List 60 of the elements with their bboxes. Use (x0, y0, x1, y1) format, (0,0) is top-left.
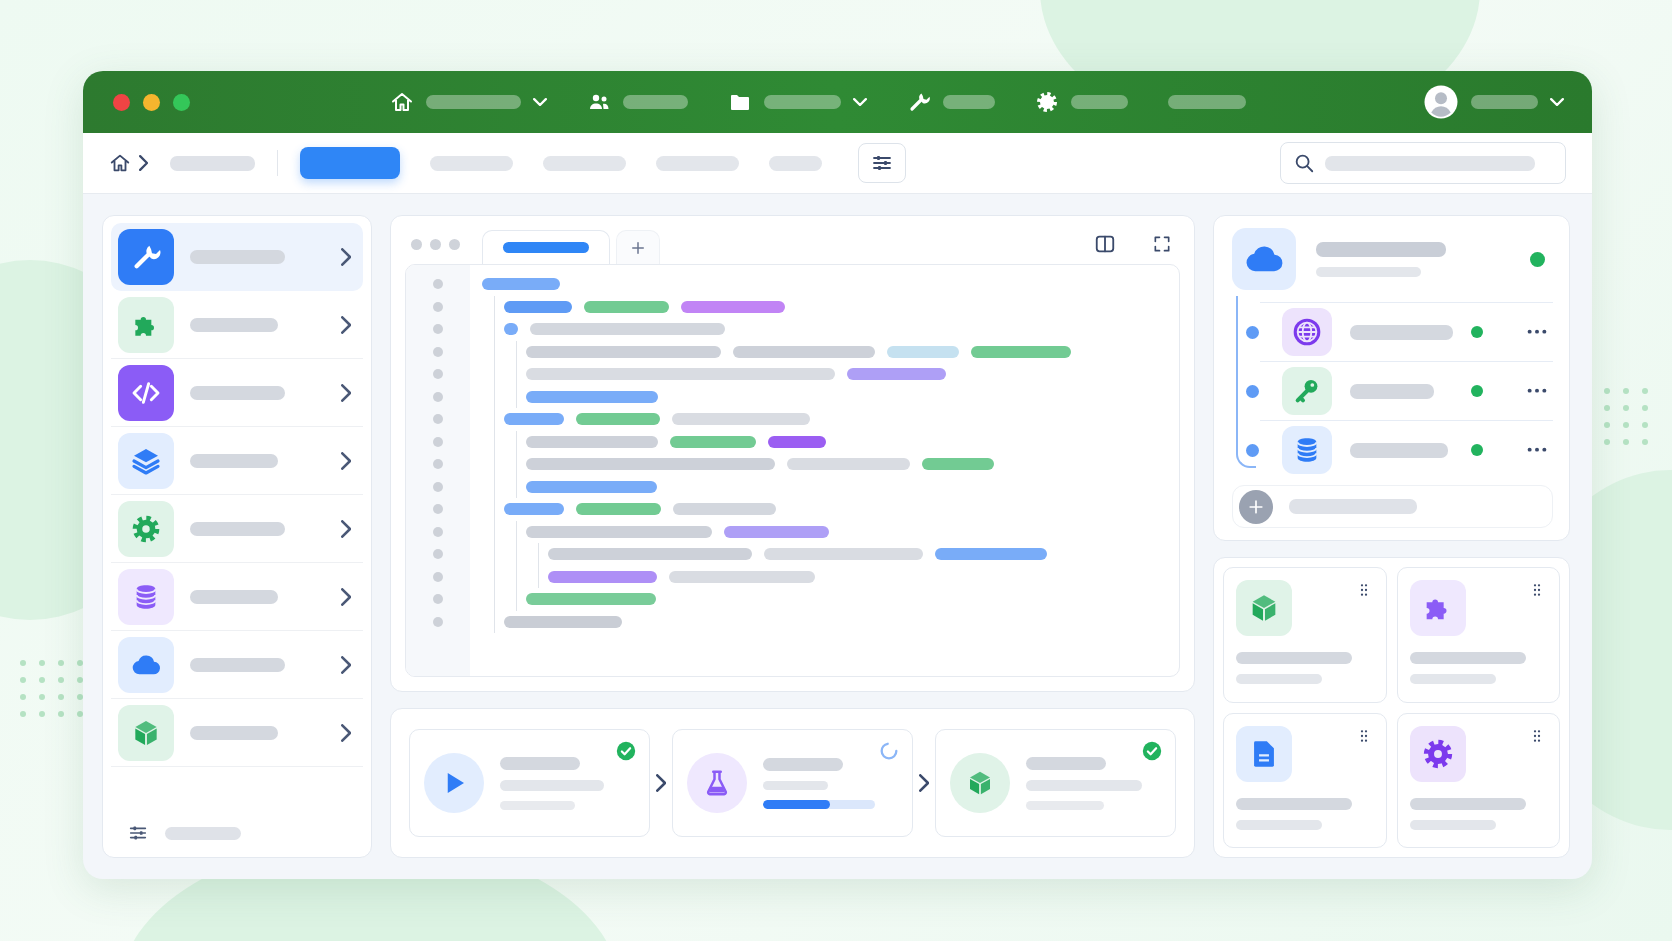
placeholder-bar (763, 780, 829, 790)
placeholder-bar (1071, 95, 1128, 109)
chevron-icon (655, 774, 667, 792)
avatar-icon (1423, 84, 1459, 120)
chevron-icon (340, 383, 351, 402)
widget-card[interactable] (1223, 712, 1387, 848)
add-button[interactable] (1239, 489, 1273, 524)
status-dot (1471, 326, 1483, 338)
status-dot (1471, 444, 1483, 456)
window-control[interactable] (173, 93, 190, 111)
window-control[interactable] (113, 93, 130, 111)
chevron-icon (340, 247, 351, 266)
chevron-icon (340, 723, 351, 742)
caret-icon (1550, 97, 1564, 107)
settings-icon (1035, 90, 1059, 114)
more-icon (1527, 388, 1547, 394)
columns-icon (1094, 233, 1116, 255)
tree-node (1246, 384, 1259, 398)
caret-icon (533, 97, 547, 107)
toolbar-tab[interactable] (300, 147, 401, 179)
chevron-icon (340, 519, 351, 538)
chevron-icon (139, 155, 149, 171)
account-menu[interactable] (1423, 84, 1564, 120)
more-icon (1527, 329, 1547, 335)
chevron-icon (340, 587, 351, 606)
pipeline-step[interactable] (935, 729, 1176, 837)
more-button[interactable] (1527, 447, 1547, 453)
split-view-button[interactable] (1094, 233, 1116, 255)
chevron-icon (340, 655, 351, 674)
dot-pattern (20, 660, 83, 717)
home-icon[interactable] (109, 152, 131, 174)
more-icon (1527, 447, 1547, 453)
pipeline-step[interactable] (672, 729, 913, 837)
placeholder-bar (1471, 95, 1538, 109)
tree-node (1246, 325, 1259, 339)
more-button[interactable] (1527, 329, 1547, 335)
search-field[interactable] (1280, 142, 1566, 184)
more-button[interactable] (1527, 388, 1547, 394)
sidebar-item[interactable] (111, 223, 363, 291)
filter-button[interactable] (858, 143, 907, 183)
chevron-icon (340, 451, 351, 470)
window-control[interactable] (143, 93, 160, 111)
editor-tab[interactable] (482, 230, 610, 264)
tree-node (1246, 443, 1259, 457)
placeholder-bar (623, 95, 688, 109)
window-dots (411, 238, 460, 250)
dot-pattern (1604, 388, 1648, 445)
expand-icon (1152, 234, 1172, 254)
status-dot (1530, 251, 1545, 267)
new-tab-button[interactable] (616, 230, 660, 264)
home-icon (390, 90, 414, 114)
search-icon (1293, 152, 1315, 174)
widget-card[interactable] (1396, 712, 1560, 848)
add-service-row[interactable] (1232, 485, 1553, 528)
chevron-icon (918, 774, 930, 792)
status-dot (1471, 385, 1483, 397)
placeholder-bar (943, 95, 995, 109)
fullscreen-button[interactable] (1152, 234, 1172, 254)
caret-icon (853, 97, 867, 107)
chevron-icon (340, 315, 351, 334)
